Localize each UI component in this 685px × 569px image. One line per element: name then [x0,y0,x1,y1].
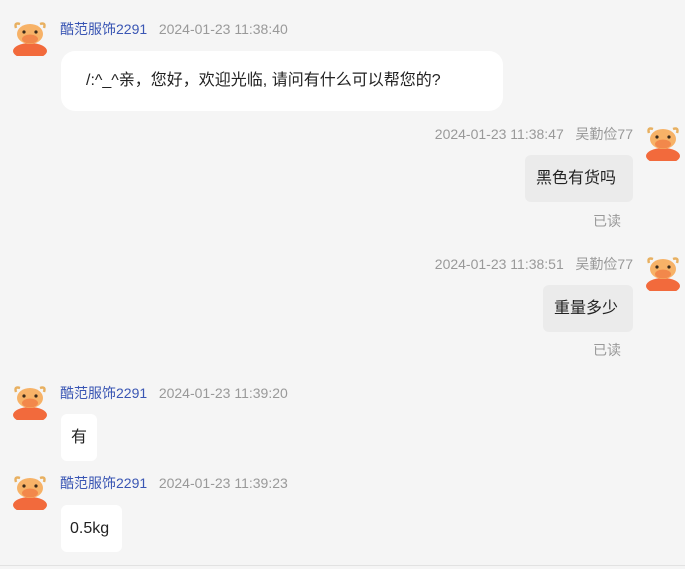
cow-mascot-icon [13,22,47,56]
divider [0,565,685,566]
shop-avatar[interactable] [12,474,48,510]
message-meta: 酷范服饰2291 2024-01-23 11:39:20 [60,384,288,402]
cow-mascot-icon [13,476,47,510]
message-bubble[interactable]: 0.5kg [61,505,122,552]
sender-name[interactable]: 酷范服饰2291 [60,21,147,37]
shop-avatar[interactable] [12,20,48,56]
message-bubble[interactable]: 重量多少 [543,285,633,332]
timestamp: 2024-01-23 11:38:40 [158,21,288,37]
sender-name[interactable]: 酷范服饰2291 [60,475,147,491]
message-text: 有 [71,429,88,446]
sender-name: 吴勤俭77 [575,256,633,272]
message-meta: 酷范服饰2291 2024-01-23 11:39:23 [60,474,288,492]
cow-mascot-icon [646,127,680,161]
sender-name: 吴勤俭77 [575,126,633,142]
message-text: 黑色有货吗 [536,170,617,187]
message-meta: 酷范服饰2291 2024-01-23 11:38:40 [60,20,288,38]
message-meta: 2024-01-23 11:38:47 吴勤俭77 [435,125,633,143]
message-bubble[interactable]: 有 [61,414,97,461]
message-bubble[interactable]: 黑色有货吗 [525,155,633,202]
user-avatar[interactable] [645,125,681,161]
cow-mascot-icon [13,386,47,420]
timestamp: 2024-01-23 11:38:51 [434,256,564,272]
timestamp: 2024-01-23 11:39:20 [158,385,288,401]
user-avatar[interactable] [645,255,681,291]
message-bubble[interactable]: /:^_^亲，您好，欢迎光临, 请问有什么可以帮您的? [61,51,503,111]
message-text: /:^_^亲，您好，欢迎光临, 请问有什么可以帮您的? [86,72,441,89]
read-status: 已读 [593,213,621,229]
shop-avatar[interactable] [12,384,48,420]
message-text: 重量多少 [554,300,619,317]
message-meta: 2024-01-23 11:38:51 吴勤俭77 [435,255,633,273]
cow-mascot-icon [646,257,680,291]
timestamp: 2024-01-23 11:39:23 [158,475,288,491]
timestamp: 2024-01-23 11:38:47 [434,126,564,142]
sender-name[interactable]: 酷范服饰2291 [60,385,147,401]
chat-window: 酷范服饰2291 2024-01-23 11:38:40 /:^_^亲，您好，欢… [0,0,685,569]
read-status: 已读 [593,342,621,358]
message-text: 0.5kg [70,520,110,537]
